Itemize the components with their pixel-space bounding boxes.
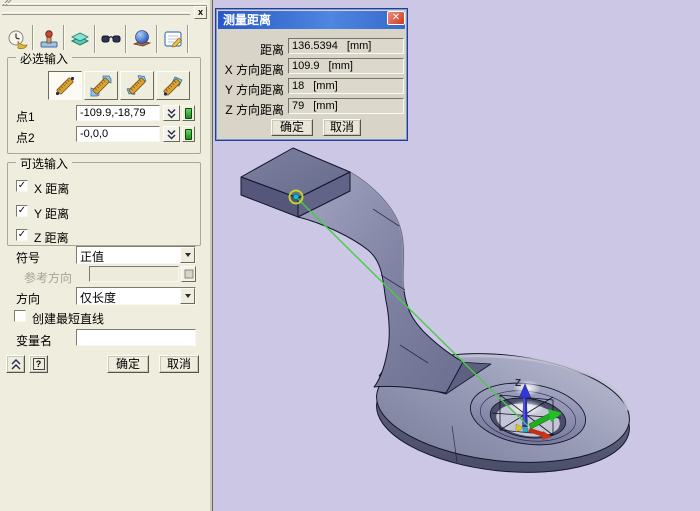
- panel-close-button[interactable]: x: [194, 6, 207, 19]
- dialog-close-button[interactable]: ✕: [387, 11, 405, 25]
- y-distance-label: Y 距离: [34, 205, 69, 222]
- point1-constructor-button[interactable]: [182, 105, 195, 121]
- measure-distance-panel: x: [0, 0, 213, 511]
- tab-button-6[interactable]: [158, 25, 188, 53]
- optional-input-title: 可选输入: [16, 155, 72, 172]
- direction-value: 仅长度: [80, 289, 116, 306]
- point2-input[interactable]: [76, 126, 160, 142]
- required-input-title: 必选输入: [16, 50, 72, 67]
- direction-dropdown-button[interactable]: [180, 288, 195, 304]
- direction-dropdown[interactable]: 仅长度: [76, 287, 196, 305]
- layers-icon: [69, 28, 91, 50]
- panel-grip-handle[interactable]: [2, 12, 190, 15]
- reference-direction-picker-button[interactable]: [181, 266, 196, 282]
- edit-note-icon: [162, 28, 184, 50]
- point2-label: 点2: [16, 129, 35, 146]
- reference-direction-label: 参考方向: [24, 269, 72, 286]
- help-icon: ?: [33, 358, 45, 370]
- ruler-two-sheets-icon: [125, 75, 149, 97]
- point1-input[interactable]: [76, 105, 160, 121]
- dialog-cancel-button[interactable]: 取消: [323, 119, 361, 136]
- measure-distance-dialog: 测量距离 ✕ 距离 136.5394[mm] X 方向距离 109.9[mm] …: [215, 8, 408, 141]
- z-distance-checkbox[interactable]: ✓: [16, 229, 28, 241]
- measure-mode-point-to-point-button[interactable]: [48, 71, 82, 100]
- distance-label: 距离: [216, 41, 284, 58]
- tab-button-4[interactable]: [96, 25, 126, 53]
- point1-flyout-button[interactable]: [163, 105, 180, 121]
- variable-name-label: 变量名: [16, 332, 52, 349]
- point-led-icon: [185, 129, 192, 140]
- x-distance-unit: [mm]: [329, 60, 353, 72]
- y-distance-checkbox[interactable]: ✓: [16, 205, 28, 217]
- measure-mode-4-button[interactable]: [156, 71, 190, 100]
- ruler-two-faces-icon: [89, 75, 113, 97]
- panel-cancel-button[interactable]: 取消: [159, 355, 199, 373]
- app-window: Z PC PHPCMS.CN x: [0, 0, 700, 511]
- help-button[interactable]: ?: [29, 355, 48, 373]
- stamp-icon: [38, 28, 60, 50]
- z-distance-value: 79: [292, 100, 304, 112]
- dialog-titlebar[interactable]: 测量距离: [218, 11, 405, 29]
- tab-button-1[interactable]: [3, 25, 33, 53]
- axis-z-label: Z: [515, 378, 521, 389]
- distance-value: 136.5394: [292, 40, 338, 52]
- point2-constructor-button[interactable]: [182, 126, 195, 142]
- direction-label: 方向: [16, 290, 40, 307]
- sphere-icon: [131, 28, 153, 50]
- create-shortest-line-checkbox[interactable]: [14, 310, 26, 322]
- chevron-double-down-icon: [165, 128, 178, 141]
- ruler-plane-icon: [161, 75, 185, 97]
- ruler-two-points-icon: [53, 75, 77, 97]
- sign-value: 正值: [80, 248, 104, 265]
- x-distance-label: X 距离: [34, 180, 69, 197]
- chevron-down-icon: [185, 253, 191, 257]
- measure-mode-2-button[interactable]: [84, 71, 118, 100]
- tab-button-2[interactable]: [34, 25, 64, 53]
- x-distance-value: 109.9: [292, 60, 320, 72]
- y-distance-unit: [mm]: [313, 80, 337, 92]
- point-led-icon: [185, 108, 192, 119]
- chevron-down-icon: [185, 294, 191, 298]
- z-distance-result-label: Z 方向距离: [216, 101, 284, 118]
- y-distance-result-field: 18 [mm]: [288, 78, 404, 94]
- z-distance-label: Z 距离: [34, 229, 69, 246]
- measure-mode-3-button[interactable]: [120, 71, 154, 100]
- sign-dropdown-button[interactable]: [180, 247, 195, 263]
- dialog-ok-button[interactable]: 确定: [271, 119, 313, 136]
- distance-field: 136.5394 [mm]: [288, 38, 404, 54]
- point2-flyout-button[interactable]: [163, 126, 180, 142]
- distance-unit: [mm]: [347, 40, 371, 52]
- create-shortest-line-label: 创建最短直线: [32, 310, 104, 327]
- sign-dropdown[interactable]: 正值: [76, 246, 196, 264]
- x-distance-checkbox[interactable]: ✓: [16, 180, 28, 192]
- toolbar-grip-handle[interactable]: [2, 3, 207, 6]
- z-distance-result-field: 79 [mm]: [288, 98, 404, 114]
- tab-button-5[interactable]: [127, 25, 157, 53]
- collapse-panel-button[interactable]: [6, 355, 25, 373]
- x-distance-result-label: X 方向距离: [216, 61, 284, 78]
- vector-picker-icon: [184, 269, 194, 279]
- clock-icon: [7, 28, 29, 50]
- variable-name-input[interactable]: [76, 329, 196, 346]
- reference-direction-input: [89, 266, 179, 282]
- point1-label: 点1: [16, 108, 35, 125]
- chevron-double-down-icon: [165, 107, 178, 120]
- panel-ok-button[interactable]: 确定: [107, 355, 149, 373]
- tab-button-3[interactable]: [65, 25, 95, 53]
- y-distance-value: 18: [292, 80, 304, 92]
- y-distance-result-label: Y 方向距离: [216, 81, 284, 98]
- glasses-icon: [100, 28, 122, 50]
- chevron-double-up-icon: [9, 357, 23, 371]
- z-distance-unit: [mm]: [313, 100, 337, 112]
- sign-label: 符号: [16, 249, 40, 266]
- x-distance-result-field: 109.9 [mm]: [288, 58, 404, 74]
